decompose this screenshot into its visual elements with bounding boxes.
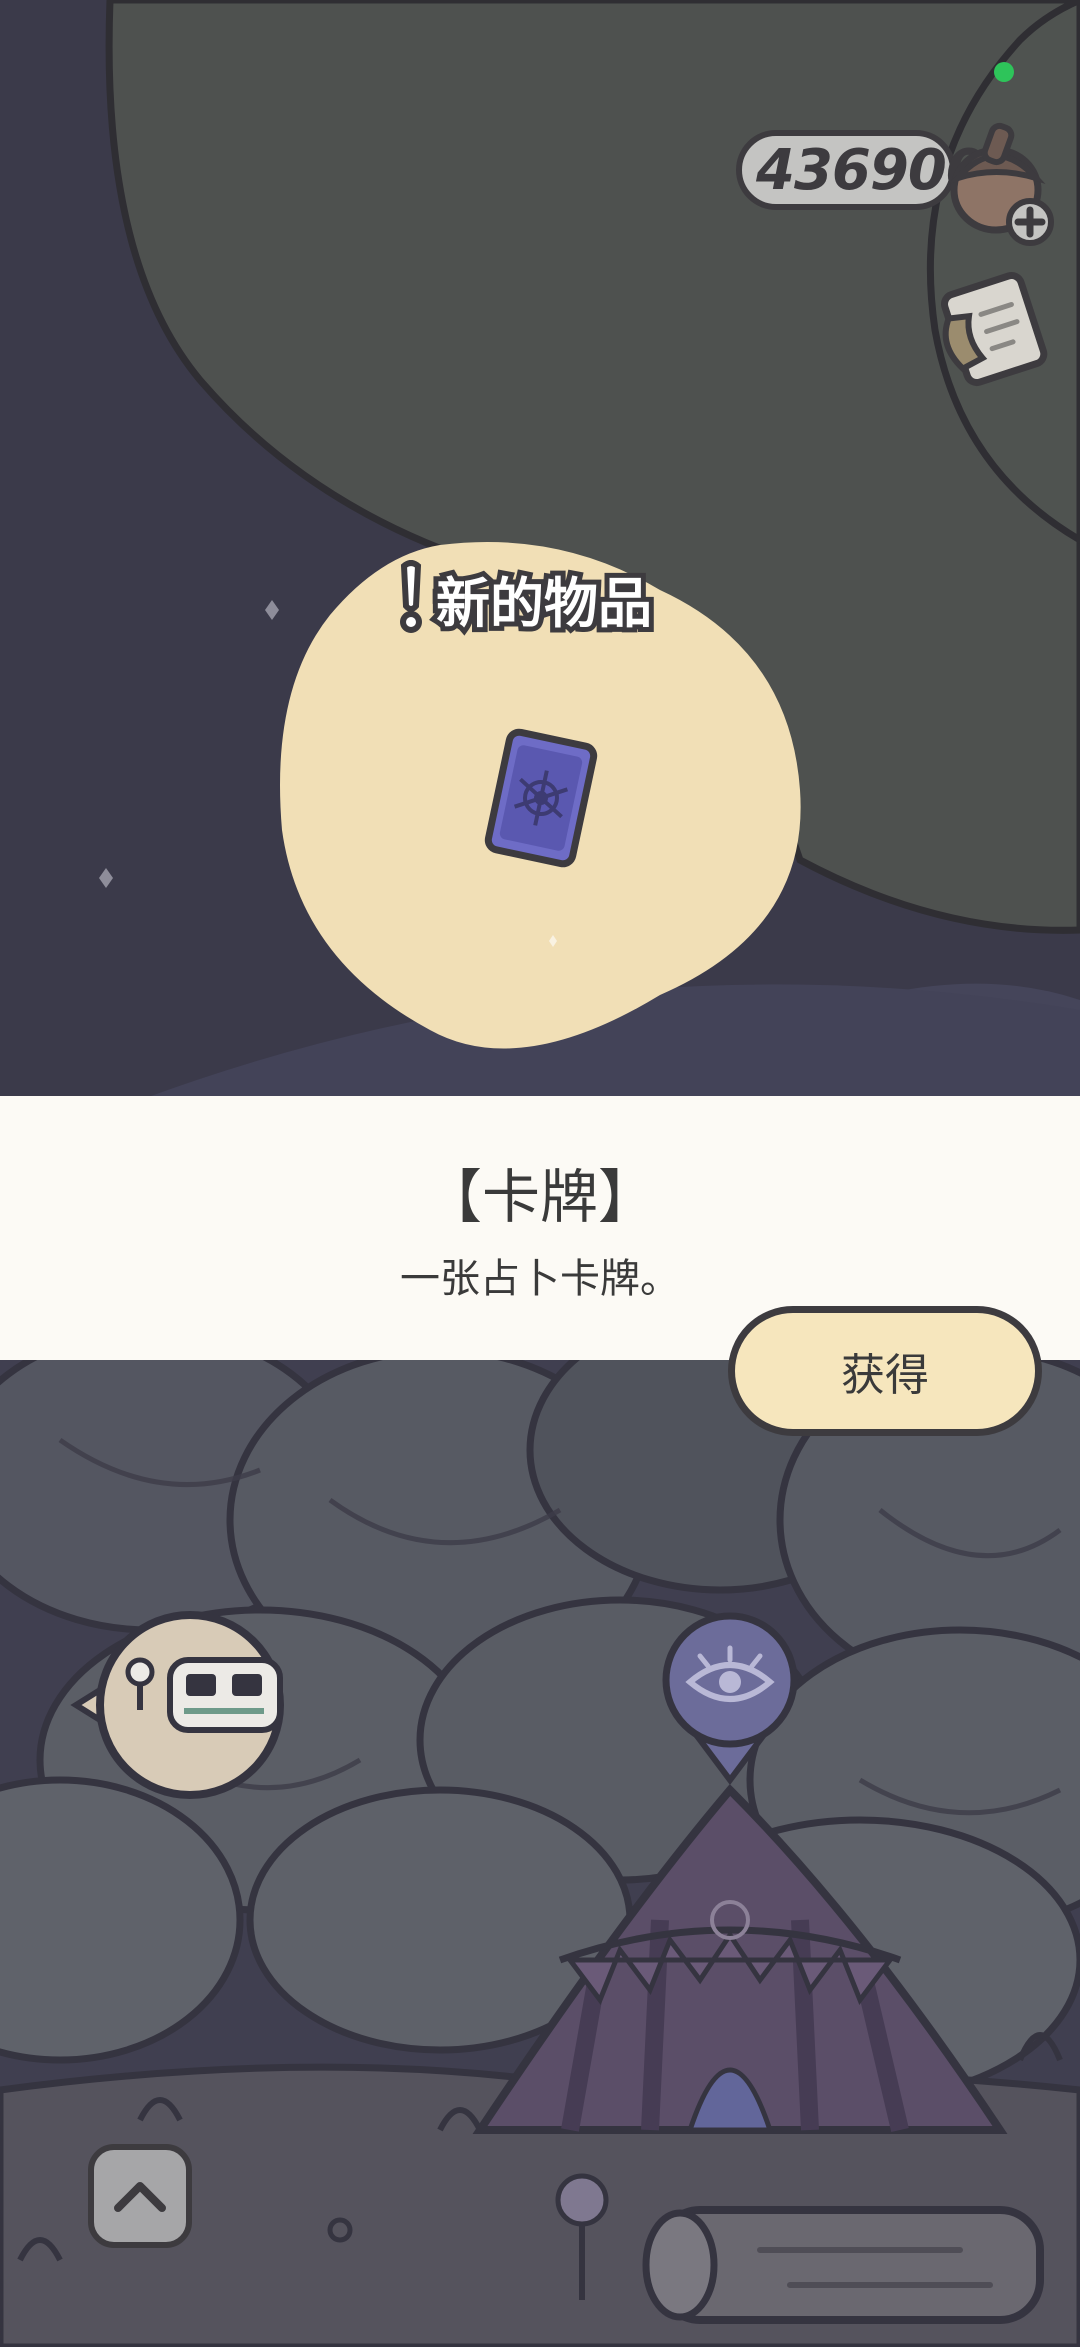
obtain-button-label: 获得 [841, 1350, 929, 1401]
item-name: 【卡牌】 [423, 1163, 656, 1231]
game-screen: 新的物品 436900 【卡牌】 一张占卜卡牌。 获得 [0, 0, 1080, 2347]
obtain-button[interactable]: 获得 [728, 1306, 1042, 1436]
log [642, 2206, 1044, 2324]
new-item-notice: 新的物品 [394, 560, 657, 640]
exclamation-icon [400, 560, 422, 633]
eye-icon [685, 1645, 775, 1702]
tarot-card-icon [484, 728, 598, 868]
status-indicator [994, 62, 1014, 82]
coin-counter[interactable]: 436900 [736, 130, 985, 210]
item-description: 一张占卜卡牌。 [400, 1256, 680, 1302]
add-coins-button[interactable] [1004, 196, 1056, 248]
expand-up-button[interactable] [88, 2144, 192, 2248]
chevron-up-icon [114, 2182, 166, 2212]
journal-button[interactable] [928, 266, 1054, 392]
new-item-text: 新的物品 [431, 567, 657, 640]
